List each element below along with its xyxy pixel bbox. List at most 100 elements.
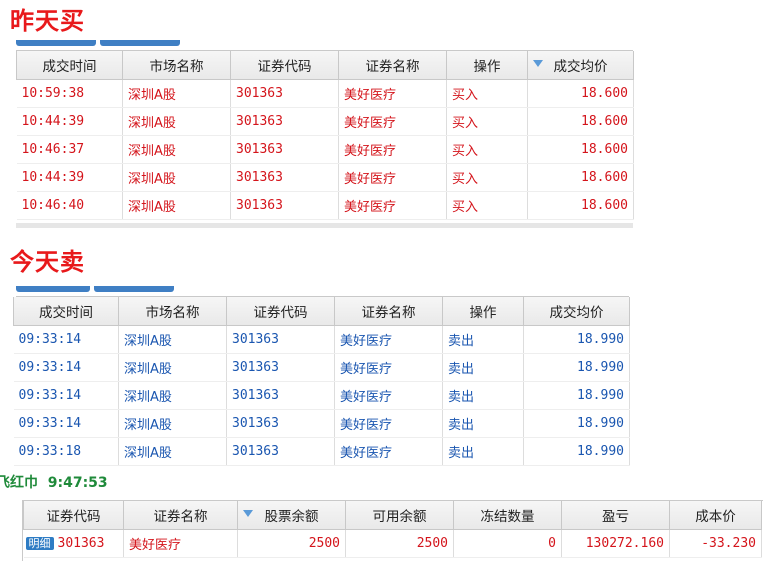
col-header-action[interactable]: 操作: [442, 297, 524, 326]
sort-desc-icon[interactable]: [243, 510, 253, 517]
trade-time: 09:33:14: [13, 325, 119, 354]
security-name: 美好医疗: [338, 191, 447, 220]
trade-action: 买入: [446, 135, 528, 164]
col-header-code[interactable]: 证券代码: [226, 297, 335, 326]
holdings-table: 证券代码 证券名称 股票余额 可用余额 冻结数量 盈亏 成本价 明细 301363…: [23, 501, 762, 558]
yesterday-buy-heading: 昨天买: [10, 7, 85, 35]
col-header-code[interactable]: 证券代码: [23, 501, 124, 530]
col-header-market[interactable]: 市场名称: [118, 297, 227, 326]
col-header-balance-label: 股票余额: [264, 509, 319, 525]
avg-price: 18.600: [527, 79, 634, 108]
security-name: 美好医疗: [338, 107, 447, 136]
trade-time: 10:46:40: [16, 191, 123, 220]
market-name: 深圳A股: [118, 325, 227, 354]
available-balance: 2500: [345, 529, 454, 558]
col-header-name[interactable]: 证券名称: [334, 297, 443, 326]
trade-time: 10:59:38: [16, 79, 123, 108]
table-row[interactable]: 09:33:14 深圳A股 301363 美好医疗 卖出 18.990: [13, 381, 630, 410]
security-name: 美好医疗: [334, 353, 443, 382]
security-code: 301363: [226, 353, 335, 382]
col-header-name[interactable]: 证券名称: [338, 51, 447, 80]
cost-price: -33.230: [669, 529, 762, 558]
table-row[interactable]: 明细 301363 美好医疗 2500 2500 0 130272.160 -33…: [23, 529, 762, 558]
trade-action: 买入: [446, 107, 528, 136]
trade-time: 09:33:14: [13, 409, 119, 438]
clock-label: 飞红巾: [0, 475, 38, 491]
security-name: 美好医疗: [334, 437, 443, 466]
today-sell-table: 成交时间 市场名称 证券代码 证券名称 操作 成交均价 09:33:14 深圳A…: [13, 297, 630, 466]
security-name: 美好医疗: [334, 409, 443, 438]
security-name: 美好医疗: [334, 381, 443, 410]
market-name: 深圳A股: [122, 135, 231, 164]
security-name: 美好医疗: [123, 529, 238, 558]
clock-readout: 飞红巾 9:47:53: [0, 472, 108, 492]
security-name: 美好医疗: [334, 325, 443, 354]
sort-desc-icon[interactable]: [533, 60, 543, 67]
yesterday-tabstrip: [16, 40, 186, 46]
avg-price: 18.990: [523, 353, 630, 382]
trade-action: 卖出: [442, 353, 524, 382]
col-header-balance[interactable]: 股票余额: [237, 501, 346, 530]
market-name: 深圳A股: [118, 409, 227, 438]
trade-time: 09:33:18: [13, 437, 119, 466]
security-name: 美好医疗: [338, 135, 447, 164]
security-code: 301363: [57, 536, 105, 551]
today-tab-1[interactable]: [16, 286, 90, 292]
col-header-price[interactable]: 成交均价: [527, 51, 634, 80]
col-header-market[interactable]: 市场名称: [122, 51, 231, 80]
avg-price: 18.990: [523, 409, 630, 438]
security-code: 301363: [230, 135, 339, 164]
detail-button[interactable]: 明细: [25, 537, 54, 550]
security-code: 301363: [230, 163, 339, 192]
avg-price: 18.990: [523, 381, 630, 410]
table-row[interactable]: 10:46:40 深圳A股 301363 美好医疗 买入 18.600: [16, 191, 634, 220]
yesterday-tab-1[interactable]: [16, 40, 96, 46]
avg-price: 18.600: [527, 135, 634, 164]
avg-price: 18.990: [523, 437, 630, 466]
col-header-price[interactable]: 成交均价: [523, 297, 630, 326]
frozen-quantity: 0: [453, 529, 562, 558]
trade-action: 买入: [446, 79, 528, 108]
col-header-code[interactable]: 证券代码: [230, 51, 339, 80]
col-header-cost[interactable]: 成本价: [669, 501, 762, 530]
col-header-action[interactable]: 操作: [446, 51, 528, 80]
trade-action: 卖出: [442, 381, 524, 410]
col-header-price-label: 成交均价: [553, 59, 608, 75]
market-name: 深圳A股: [122, 79, 231, 108]
trade-action: 买入: [446, 163, 528, 192]
market-name: 深圳A股: [122, 191, 231, 220]
trade-time: 09:33:14: [13, 381, 119, 410]
security-code: 301363: [230, 107, 339, 136]
market-name: 深圳A股: [118, 381, 227, 410]
table-row[interactable]: 09:33:14 深圳A股 301363 美好医疗 卖出 18.990: [13, 325, 630, 354]
today-sell-panel: 成交时间 市场名称 证券代码 证券名称 操作 成交均价 09:33:14 深圳A…: [13, 296, 630, 466]
col-header-time[interactable]: 成交时间: [13, 297, 119, 326]
today-sell-heading: 今天卖: [10, 248, 85, 276]
clock-time: 9:47:53: [47, 475, 108, 491]
table-row[interactable]: 10:44:39 深圳A股 301363 美好医疗 买入 18.600: [16, 163, 634, 192]
col-header-available[interactable]: 可用余额: [345, 501, 454, 530]
col-header-pnl[interactable]: 盈亏: [561, 501, 670, 530]
market-name: 深圳A股: [118, 437, 227, 466]
col-header-time[interactable]: 成交时间: [16, 51, 123, 80]
table-row[interactable]: 10:44:39 深圳A股 301363 美好医疗 买入 18.600: [16, 107, 634, 136]
avg-price: 18.600: [527, 191, 634, 220]
security-code: 301363: [230, 79, 339, 108]
col-header-name[interactable]: 证券名称: [123, 501, 238, 530]
table-row[interactable]: 09:33:18 深圳A股 301363 美好医疗 卖出 18.990: [13, 437, 630, 466]
security-code-cell: 明细 301363: [23, 529, 124, 558]
stock-balance: 2500: [237, 529, 346, 558]
table-row[interactable]: 09:33:14 深圳A股 301363 美好医疗 卖出 18.990: [13, 353, 630, 382]
table-row[interactable]: 10:59:38 深圳A股 301363 美好医疗 买入 18.600: [16, 79, 634, 108]
today-tab-2[interactable]: [94, 286, 174, 292]
yesterday-tab-2[interactable]: [100, 40, 180, 46]
table-row[interactable]: 09:33:14 深圳A股 301363 美好医疗 卖出 18.990: [13, 409, 630, 438]
today-tabstrip: [16, 286, 176, 292]
table-row[interactable]: 10:46:37 深圳A股 301363 美好医疗 买入 18.600: [16, 135, 634, 164]
security-code: 301363: [226, 325, 335, 354]
col-header-frozen[interactable]: 冻结数量: [453, 501, 562, 530]
avg-price: 18.600: [527, 107, 634, 136]
trade-time: 10:44:39: [16, 163, 123, 192]
security-name: 美好医疗: [338, 163, 447, 192]
table-scroll-edge: [16, 223, 633, 228]
